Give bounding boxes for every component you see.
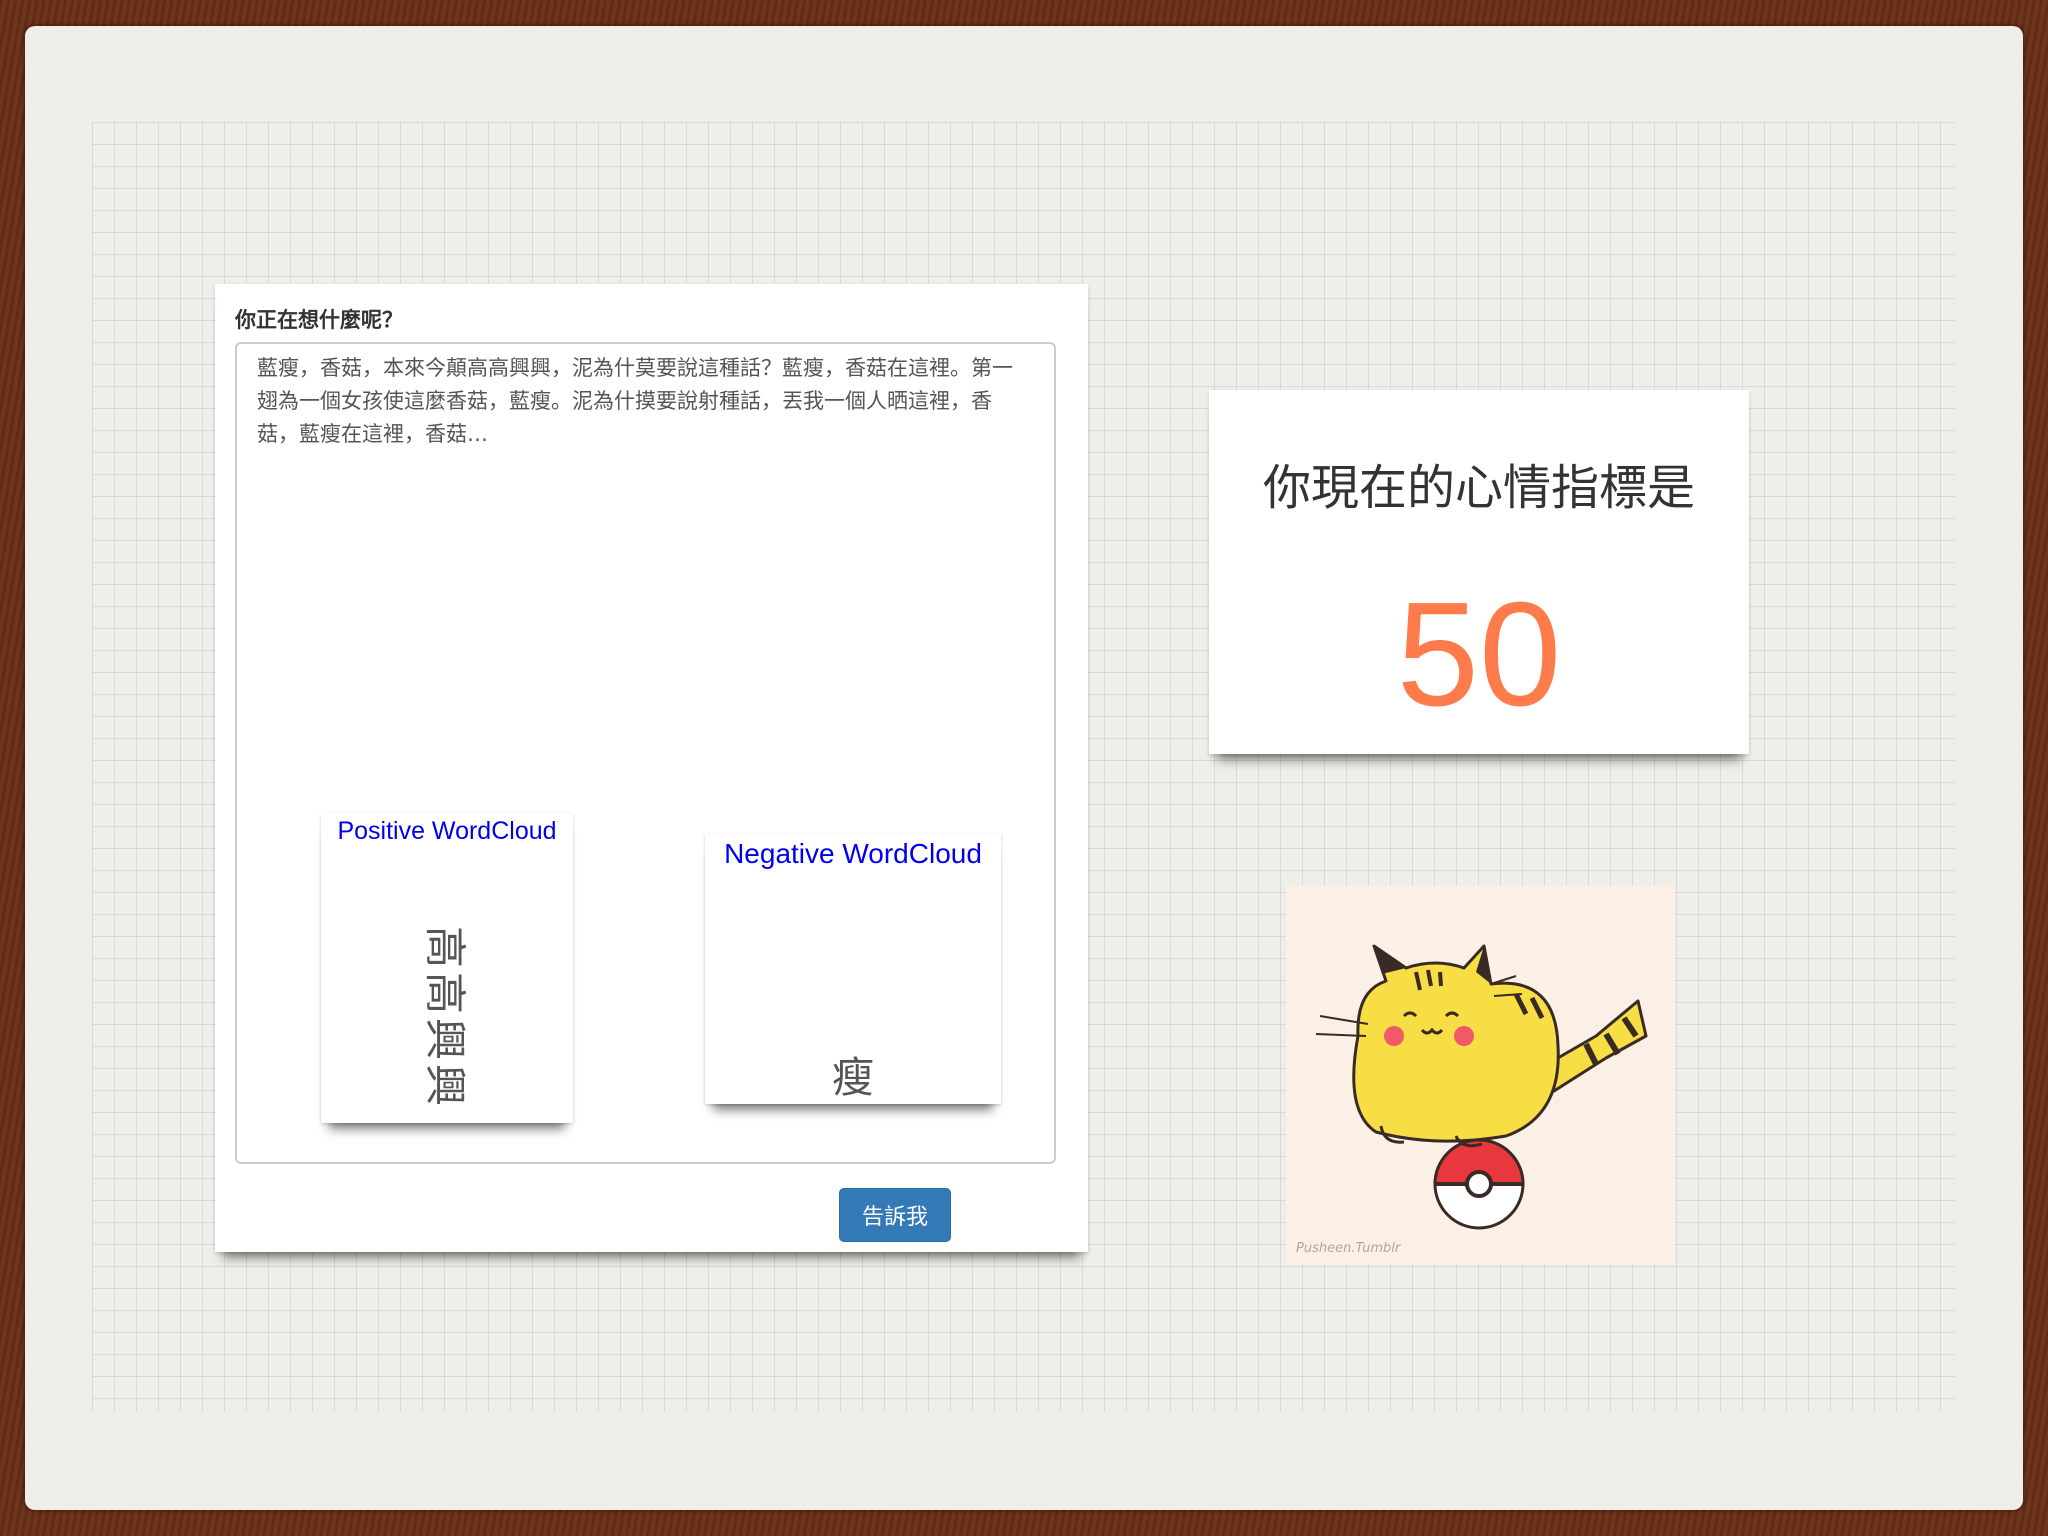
cat-illustration (1315, 944, 1648, 1230)
negative-wordcloud: Negative WordCloud 瘦 (705, 834, 1001, 1104)
positive-wordcloud: Positive WordCloud 高高興興 (321, 813, 573, 1123)
post-text: 藍瘦，香菇，本來今顛高高興興，泥為什莫要說這種話？藍瘦，香菇在這裡。第一翅為一個… (257, 356, 1013, 446)
submit-button[interactable]: 告訴我 (839, 1188, 951, 1242)
pokeball-icon (1433, 1138, 1525, 1230)
image-credit: Pusheen.Tumblr (1296, 1241, 1401, 1256)
mood-score-value: 50 (1396, 572, 1562, 737)
negative-wordcloud-title: Negative WordCloud (724, 838, 982, 869)
post-label: 你正在想什麼呢？ (235, 308, 403, 332)
pusheen-cat-image: Pusheen.Tumblr (1286, 886, 1675, 1264)
mood-score-title: 你現在的心情指標是 (1262, 460, 1695, 516)
negative-word: 瘦 (831, 1053, 874, 1102)
board: 你正在想什麼呢？ 藍瘦，香菇，本來今顛高高興興，泥為什莫要說這種話？藍瘦，香菇在… (25, 26, 2023, 1510)
mood-score-card: 你現在的心情指標是 50 (1209, 390, 1749, 754)
positive-wordcloud-title: Positive WordCloud (337, 817, 557, 845)
positive-word: 高高興興 (420, 925, 470, 1111)
